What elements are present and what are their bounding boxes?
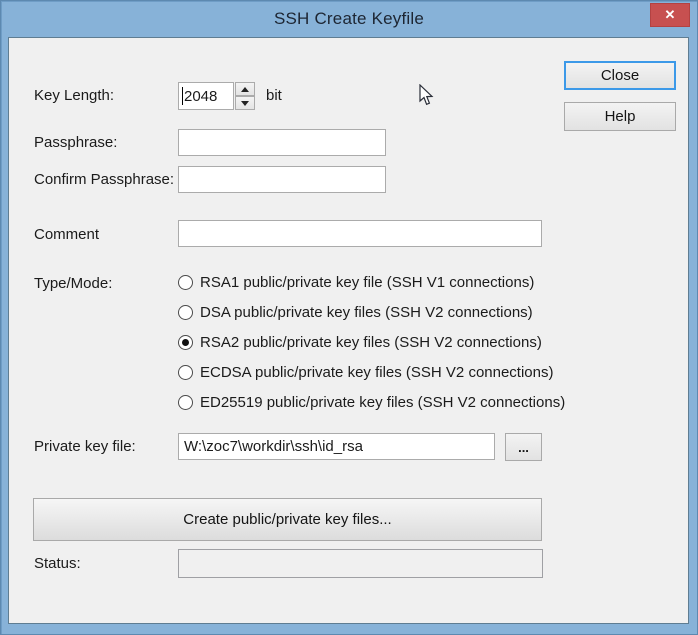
radio-rsa2-label: RSA2 public/private key files (SSH V2 co… xyxy=(200,334,542,351)
status-label: Status: xyxy=(34,554,81,573)
passphrase-input[interactable] xyxy=(178,129,386,156)
key-length-value: 2048 xyxy=(183,88,217,105)
help-button[interactable]: Help xyxy=(564,102,676,131)
radio-ed25519[interactable]: ED25519 public/private key files (SSH V2… xyxy=(178,393,565,412)
comment-label: Comment xyxy=(34,225,99,244)
create-keyfiles-button[interactable]: Create public/private key files... xyxy=(33,498,542,541)
passphrase-label: Passphrase: xyxy=(34,133,117,152)
private-key-file-label: Private key file: xyxy=(34,437,136,456)
radio-icon xyxy=(178,365,193,380)
key-length-label: Key Length: xyxy=(34,86,114,105)
comment-input[interactable] xyxy=(178,220,542,247)
radio-icon xyxy=(178,275,193,290)
radio-rsa1-label: RSA1 public/private key file (SSH V1 con… xyxy=(200,274,534,291)
key-length-spinner xyxy=(235,82,255,110)
private-key-file-input[interactable] xyxy=(178,433,495,460)
status-field xyxy=(178,549,543,578)
radio-rsa1[interactable]: RSA1 public/private key file (SSH V1 con… xyxy=(178,273,534,292)
confirm-passphrase-label: Confirm Passphrase: xyxy=(34,170,174,189)
spinner-down-button[interactable] xyxy=(235,96,255,110)
radio-ed25519-label: ED25519 public/private key files (SSH V2… xyxy=(200,394,565,411)
arrow-down-icon xyxy=(241,101,249,106)
radio-icon xyxy=(178,395,193,410)
radio-rsa2[interactable]: RSA2 public/private key files (SSH V2 co… xyxy=(178,333,542,352)
dialog-body: Key Length: 2048 bit Close Help Passphra… xyxy=(8,37,689,624)
radio-dsa[interactable]: DSA public/private key files (SSH V2 con… xyxy=(178,303,533,322)
arrow-up-icon xyxy=(241,87,249,92)
close-icon: ✕ xyxy=(665,7,676,23)
radio-ecdsa[interactable]: ECDSA public/private key files (SSH V2 c… xyxy=(178,363,554,382)
radio-icon xyxy=(178,335,193,350)
key-length-input[interactable]: 2048 xyxy=(178,82,234,110)
titlebar[interactable]: SSH Create Keyfile ✕ xyxy=(0,0,698,37)
window-title: SSH Create Keyfile xyxy=(274,9,424,29)
key-length-unit: bit xyxy=(266,86,282,105)
browse-button[interactable]: ... xyxy=(505,433,542,461)
radio-icon xyxy=(178,305,193,320)
spinner-up-button[interactable] xyxy=(235,82,255,96)
close-button[interactable]: Close xyxy=(564,61,676,90)
type-mode-label: Type/Mode: xyxy=(34,274,112,293)
radio-ecdsa-label: ECDSA public/private key files (SSH V2 c… xyxy=(200,364,554,381)
window-close-button[interactable]: ✕ xyxy=(650,3,690,27)
confirm-passphrase-input[interactable] xyxy=(178,166,386,193)
radio-dsa-label: DSA public/private key files (SSH V2 con… xyxy=(200,304,533,321)
ssh-create-keyfile-dialog: SSH Create Keyfile ✕ Key Length: 2048 bi… xyxy=(0,0,698,635)
